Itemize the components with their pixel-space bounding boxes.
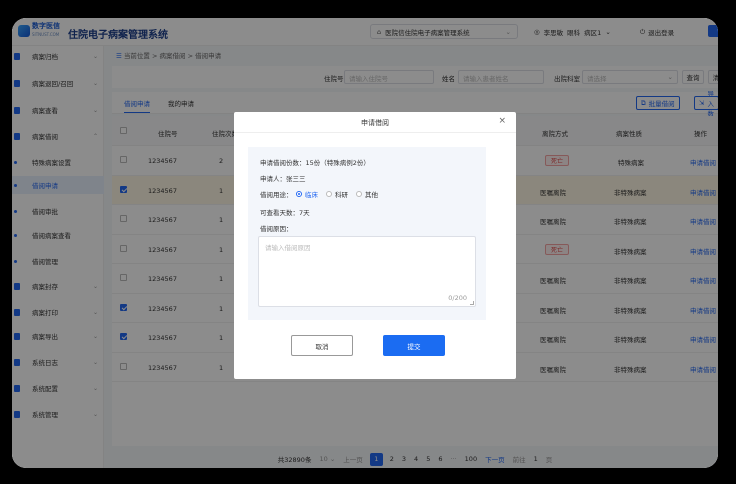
dialog-body: 申请借阅份数：15份（特殊病例2份） 申请人：张三三 借阅用途： 临床 科研 其… bbox=[248, 147, 486, 320]
dialog-header: 申请借阅 × bbox=[234, 112, 516, 133]
purpose-radio-other[interactable]: 其他 bbox=[356, 189, 378, 199]
radio-label: 其他 bbox=[365, 191, 378, 199]
borrow-apply-dialog: 申请借阅 × 申请借阅份数：15份（特殊病例2份） 申请人：张三三 借阅用途： … bbox=[234, 112, 516, 379]
reason-placeholder: 请输入借阅原因 bbox=[265, 244, 311, 252]
char-counter: 0/200 bbox=[448, 294, 467, 302]
resize-handle-icon[interactable] bbox=[470, 301, 474, 305]
reason-label: 借阅原因： bbox=[260, 225, 293, 233]
purpose-label: 借阅用途： bbox=[260, 191, 293, 199]
cancel-button[interactable]: 取消 bbox=[291, 335, 353, 356]
viewable-days-text: 可查看天数：7天 bbox=[260, 209, 310, 217]
radio-label: 科研 bbox=[335, 191, 348, 199]
radio-checked-icon bbox=[296, 191, 302, 197]
device-frame: 数字医信 SITNUST.COM 住院电子病案管理系统 ⌂ 医院信住院电子病案管… bbox=[0, 0, 736, 484]
purpose-radio-group: 临床 科研 其他 bbox=[296, 189, 378, 199]
purpose-radio-clinical[interactable]: 临床 bbox=[296, 189, 318, 199]
purpose-radio-research[interactable]: 科研 bbox=[326, 189, 348, 199]
applicant-text: 申请人：张三三 bbox=[260, 175, 306, 183]
dialog-title: 申请借阅 bbox=[361, 119, 389, 127]
radio-icon bbox=[326, 191, 332, 197]
close-icon[interactable]: × bbox=[498, 116, 506, 126]
submit-button[interactable]: 提交 bbox=[383, 335, 445, 356]
reason-textarea[interactable]: 请输入借阅原因 0/200 bbox=[258, 236, 476, 307]
radio-icon bbox=[356, 191, 362, 197]
app-screen: 数字医信 SITNUST.COM 住院电子病案管理系统 ⌂ 医院信住院电子病案管… bbox=[12, 18, 718, 468]
radio-label: 临床 bbox=[305, 191, 318, 199]
borrow-count-text: 申请借阅份数：15份（特殊病例2份） bbox=[260, 159, 370, 167]
